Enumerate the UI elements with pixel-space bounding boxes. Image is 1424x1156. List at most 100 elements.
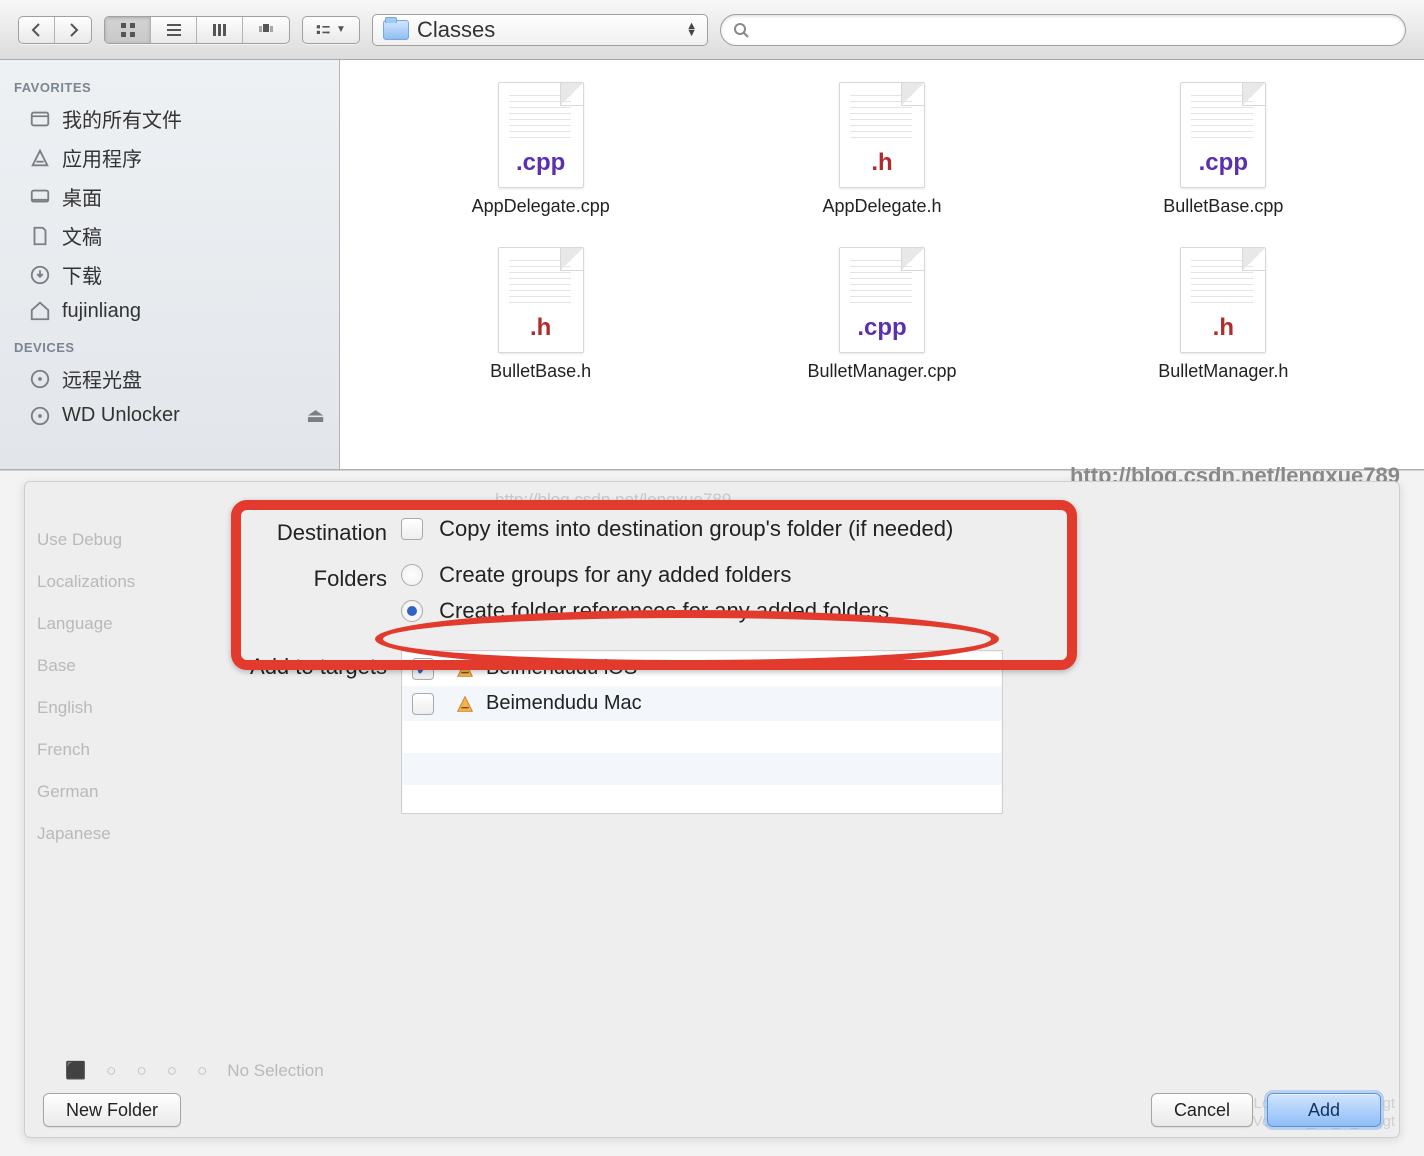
new-folder-button[interactable]: New Folder: [43, 1093, 181, 1127]
sidebar-item-desktop[interactable]: 桌面: [0, 177, 339, 216]
file-item[interactable]: .h BulletManager.h: [1158, 247, 1288, 382]
target-name: Beimendudu Mac: [486, 692, 642, 715]
create-groups-label: Create groups for any added folders: [439, 562, 791, 587]
target-row[interactable]: Beimendudu iOS: [402, 651, 1002, 686]
desktop-icon: [28, 185, 52, 209]
file-icon: .h: [1180, 247, 1266, 353]
add-files-sheet: http://blog.csdn.net/lengxue789 http://b…: [0, 470, 1424, 1156]
watermark-faint: http://blog.csdn.net/lengxue789: [495, 490, 731, 510]
sidebar: FAVORITES 我的所有文件 应用程序 桌面 文稿 下载 fujinlian…: [0, 60, 340, 469]
view-coverflow-button[interactable]: [243, 17, 289, 43]
create-refs-label: Create folder references for any added f…: [439, 598, 889, 623]
folders-label: Folders: [225, 562, 401, 592]
apps-icon: [28, 146, 52, 170]
radio-create-groups[interactable]: [401, 564, 423, 586]
path-label: Classes: [417, 17, 495, 43]
folder-icon: [383, 20, 409, 40]
target-row[interactable]: Beimendudu Mac: [402, 686, 1002, 721]
destination-label: Destination: [225, 516, 401, 546]
file-item[interactable]: .cpp AppDelegate.cpp: [472, 82, 610, 217]
copy-items-checkbox[interactable]: [401, 518, 423, 540]
eject-icon[interactable]: ⏏: [306, 403, 325, 428]
target-checkbox[interactable]: [412, 693, 434, 715]
search-icon: [733, 22, 749, 38]
sidebar-item-label: fujinliang: [62, 300, 141, 323]
sidebar-item-label: 我的所有文件: [62, 104, 182, 133]
back-button[interactable]: [19, 17, 55, 43]
targets-list: Beimendudu iOS Beimendudu Mac: [401, 650, 1003, 814]
file-ext-badge: .h: [499, 314, 583, 342]
view-list-button[interactable]: [151, 17, 197, 43]
add-button[interactable]: Add: [1267, 1093, 1381, 1127]
disc-icon: [28, 404, 52, 428]
target-name: Beimendudu iOS: [486, 657, 637, 680]
toolbar: ▼ Classes ▲▼: [0, 0, 1424, 60]
finder-body: FAVORITES 我的所有文件 应用程序 桌面 文稿 下载 fujinlian…: [0, 60, 1424, 470]
file-ext-badge: .h: [1181, 314, 1265, 342]
updown-icon: ▲▼: [686, 23, 697, 37]
ghost-toolbar: ⬛○○○○ No Selection: [65, 1061, 324, 1081]
cancel-button[interactable]: Cancel: [1151, 1093, 1253, 1127]
xcode-icon: [454, 658, 476, 680]
targets-label: Add to targets: [225, 650, 401, 680]
view-mode-group: [104, 16, 290, 44]
sidebar-section-favorites: FAVORITES: [0, 68, 339, 99]
options: Destination Copy items into destination …: [225, 516, 1359, 830]
nav-back-forward: [18, 16, 92, 44]
forward-button[interactable]: [55, 17, 91, 43]
file-icon: .cpp: [839, 247, 925, 353]
sidebar-item-label: 远程光盘: [62, 364, 142, 393]
file-ext-badge: .cpp: [1181, 149, 1265, 177]
file-ext-badge: .cpp: [499, 149, 583, 177]
file-name: BulletBase.h: [490, 361, 591, 382]
home-icon: [28, 299, 52, 323]
file-ext-badge: .cpp: [840, 314, 924, 342]
target-checkbox[interactable]: [412, 658, 434, 680]
sidebar-section-devices: DEVICES: [0, 328, 339, 359]
sheet-panel: http://blog.csdn.net/lengxue789 Use Debu…: [24, 481, 1400, 1138]
sidebar-item-label: 桌面: [62, 182, 102, 211]
file-item[interactable]: .cpp BulletBase.cpp: [1163, 82, 1283, 217]
file-icon: .cpp: [498, 82, 584, 188]
file-icon: .h: [498, 247, 584, 353]
path-dropdown[interactable]: Classes ▲▼: [372, 14, 708, 46]
file-item[interactable]: .cpp BulletManager.cpp: [807, 247, 956, 382]
copy-items-label: Copy items into destination group's fold…: [439, 516, 953, 541]
sidebar-item-remotedisc[interactable]: 远程光盘: [0, 359, 339, 398]
file-ext-badge: .h: [840, 149, 924, 177]
disc-icon: [28, 367, 52, 391]
sidebar-item-allfiles[interactable]: 我的所有文件: [0, 99, 339, 138]
radio-create-refs[interactable]: [401, 600, 423, 622]
sidebar-item-label: 下载: [62, 260, 102, 289]
file-item[interactable]: .h AppDelegate.h: [822, 82, 941, 217]
all-files-icon: [28, 107, 52, 131]
sidebar-item-downloads[interactable]: 下载: [0, 255, 339, 294]
sidebar-item-apps[interactable]: 应用程序: [0, 138, 339, 177]
file-name: AppDelegate.cpp: [472, 196, 610, 217]
file-grid: .cpp AppDelegate.cpp .h AppDelegate.h .c…: [340, 60, 1424, 469]
file-item[interactable]: .h BulletBase.h: [490, 247, 591, 382]
documents-icon: [28, 224, 52, 248]
sidebar-item-home[interactable]: fujinliang: [0, 294, 339, 328]
sidebar-item-label: WD Unlocker: [62, 404, 180, 427]
button-bar: New Folder Cancel Add: [43, 1093, 1381, 1127]
downloads-icon: [28, 263, 52, 287]
file-icon: .cpp: [1180, 82, 1266, 188]
file-name: AppDelegate.h: [822, 196, 941, 217]
file-name: BulletManager.cpp: [807, 361, 956, 382]
xcode-icon: [454, 693, 476, 715]
arrange-button[interactable]: ▼: [303, 17, 359, 43]
file-name: BulletBase.cpp: [1163, 196, 1283, 217]
sidebar-item-label: 文稿: [62, 221, 102, 250]
arrange-group: ▼: [302, 16, 360, 44]
search-field[interactable]: [720, 14, 1406, 46]
view-columns-button[interactable]: [197, 17, 243, 43]
file-name: BulletManager.h: [1158, 361, 1288, 382]
file-icon: .h: [839, 82, 925, 188]
ghost-background: Use DebugLocalizationsLanguageBaseEnglis…: [37, 530, 135, 844]
search-input[interactable]: [757, 21, 1393, 39]
sidebar-item-label: 应用程序: [62, 143, 142, 172]
view-icon-button[interactable]: [105, 17, 151, 43]
sidebar-item-documents[interactable]: 文稿: [0, 216, 339, 255]
sidebar-item-wdunlocker[interactable]: WD Unlocker ⏏: [0, 398, 339, 433]
